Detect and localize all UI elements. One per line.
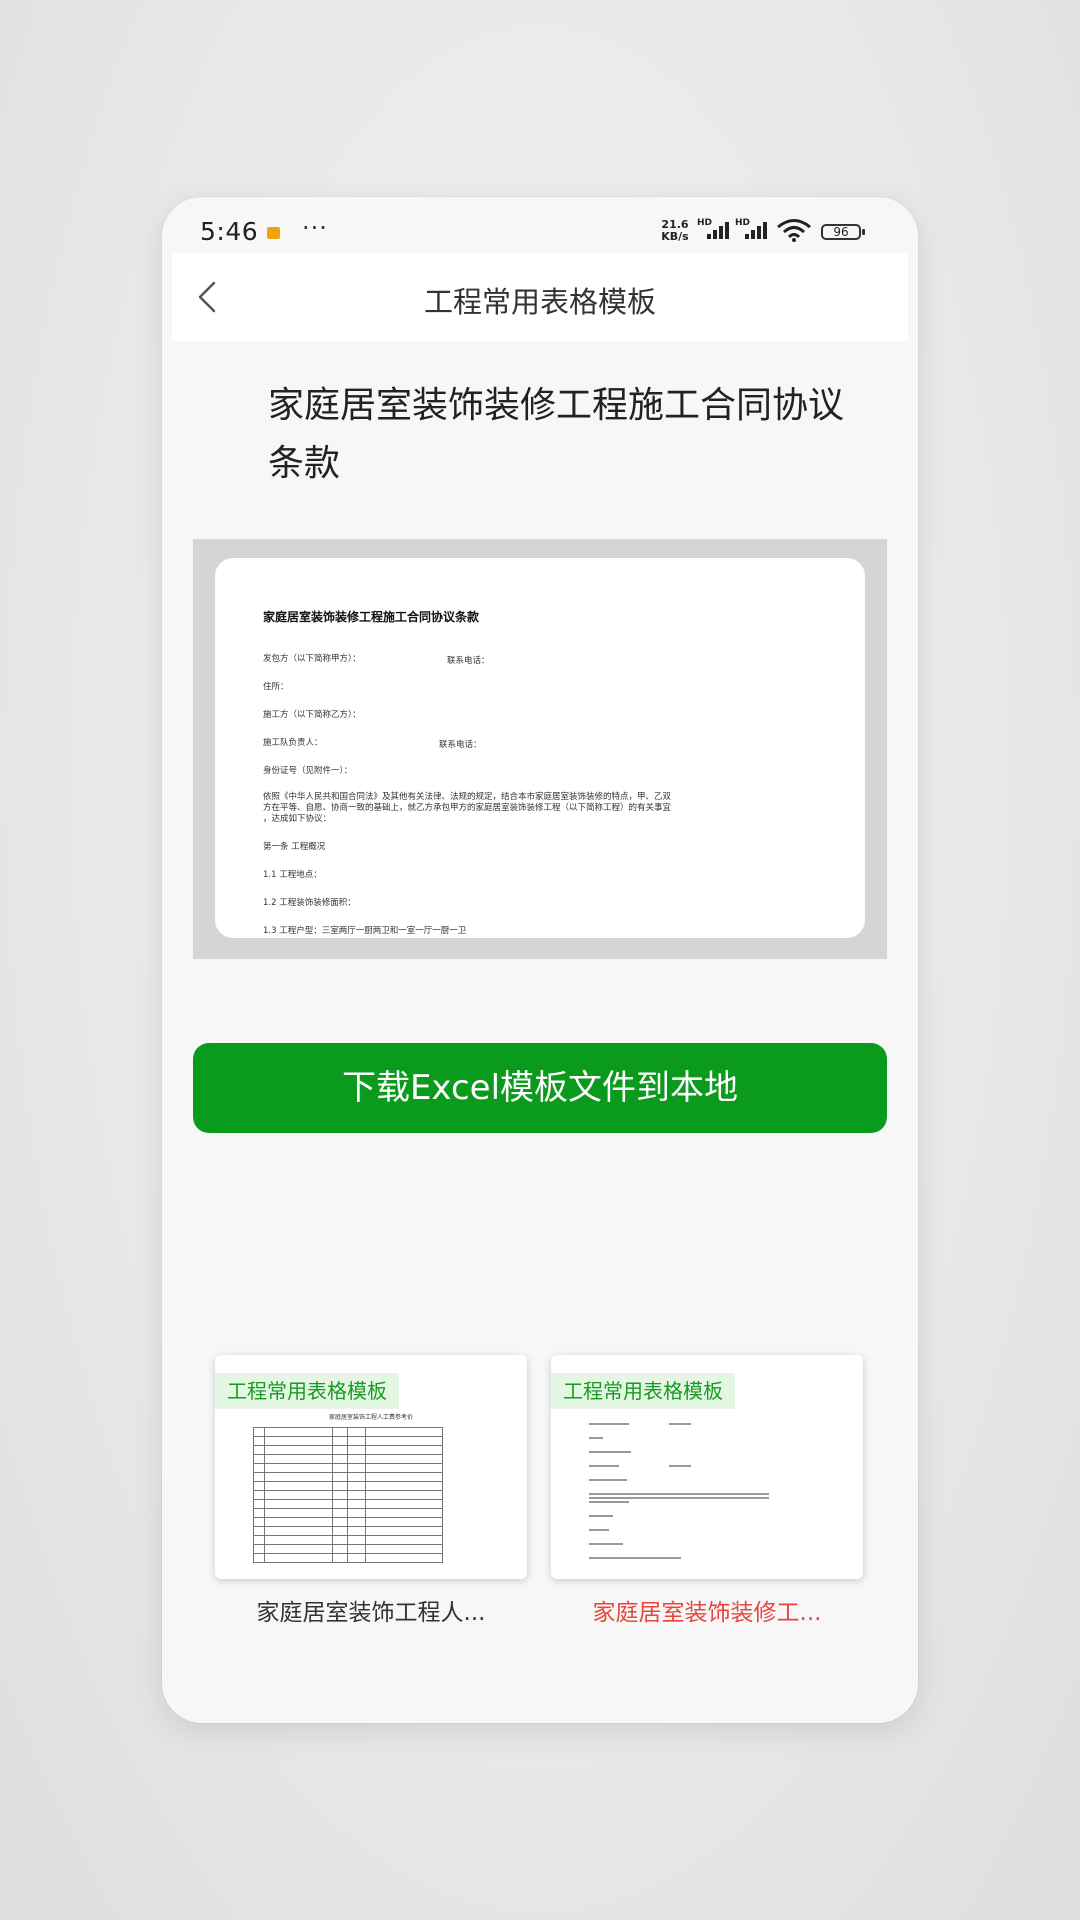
network-speed-unit: KB/s	[661, 230, 689, 243]
preview-line: 施工队负责人：	[263, 738, 323, 748]
preview-line: 1.1 工程地点：	[263, 870, 322, 880]
notification-icon	[267, 227, 280, 239]
signal-2-icon: HD	[735, 218, 769, 240]
related-card-2[interactable]: 工程常用表格模板	[551, 1355, 863, 1579]
card-tag: 工程常用表格模板	[551, 1373, 735, 1409]
preview-line-right: 联系电话：	[447, 656, 490, 666]
document-preview[interactable]: 家庭居室装饰装修工程施工合同协议条款 发包方（以下简称甲方）： 联系电话： 住所…	[193, 539, 887, 959]
wifi-icon	[777, 219, 811, 242]
preview-page: 家庭居室装饰装修工程施工合同协议条款 发包方（以下简称甲方）： 联系电话： 住所…	[215, 558, 865, 938]
preview-line: 1.3 工程户型：三室两厅一厨两卫和一室一厅一厨一卫	[263, 926, 467, 936]
download-excel-button[interactable]: 下载Excel模板文件到本地	[193, 1043, 887, 1133]
battery-tip	[862, 229, 865, 235]
preview-paragraph: ，达成如下协议：	[263, 814, 332, 824]
status-time: 5:46	[200, 217, 259, 246]
preview-line: 发包方（以下简称甲方）：	[263, 654, 361, 664]
page-title: 工程常用表格模板	[423, 285, 656, 319]
status-bar: 5:46 ··· 21.6 KB/s HD HD 96	[162, 197, 918, 253]
battery-level: 96	[833, 225, 849, 239]
preview-heading: 家庭居室装饰装修工程施工合同协议条款	[263, 610, 480, 624]
phone-screen: 5:46 ··· 21.6 KB/s HD HD 96 工程常用表格模板 家庭居…	[162, 197, 918, 1723]
battery-icon: 96	[821, 224, 861, 240]
preview-paragraph: 方在平等、自愿、协商一致的基础上，就乙方承包甲方的家庭居室装饰装修工程（以下简称…	[263, 803, 672, 813]
more-notifications-icon: ···	[302, 214, 328, 242]
related-card-1[interactable]: 工程常用表格模板 家庭居室装饰工程人工费参考价	[215, 1355, 527, 1579]
preview-line: 住所：	[263, 682, 289, 692]
preview-line: 1.2 工程装饰装修面积：	[263, 898, 356, 908]
thumbnail-table	[253, 1427, 444, 1563]
related-caption-2[interactable]: 家庭居室装饰装修工...	[551, 1593, 863, 1627]
signal-bars-2-icon	[745, 222, 767, 239]
signal-1-icon: HD	[697, 218, 731, 240]
nav-bar: 工程常用表格模板	[172, 253, 908, 341]
preview-line-right: 联系电话：	[439, 740, 482, 750]
related-caption-1[interactable]: 家庭居室装饰工程人...	[215, 1593, 527, 1627]
document-title: 家庭居室装饰装修工程施工合同协议条款	[268, 385, 845, 484]
network-speed: 21.6 KB/s	[656, 219, 694, 243]
preview-paragraph: 依照《中华人民共和国合同法》及其他有关法律、法规的规定，结合本市家庭居室装饰装修…	[263, 792, 672, 802]
preview-line: 施工方（以下简称乙方）：	[263, 710, 361, 720]
preview-line: 身份证号（见附件一）：	[263, 766, 353, 776]
signal-bars-1-icon	[707, 222, 729, 239]
preview-line: 第一条 工程概况	[263, 842, 326, 852]
thumbnail-heading: 家庭居室装饰工程人工费参考价	[328, 1414, 413, 1421]
thumbnail-text-lines	[589, 1423, 769, 1559]
card-tag: 工程常用表格模板	[215, 1373, 399, 1409]
